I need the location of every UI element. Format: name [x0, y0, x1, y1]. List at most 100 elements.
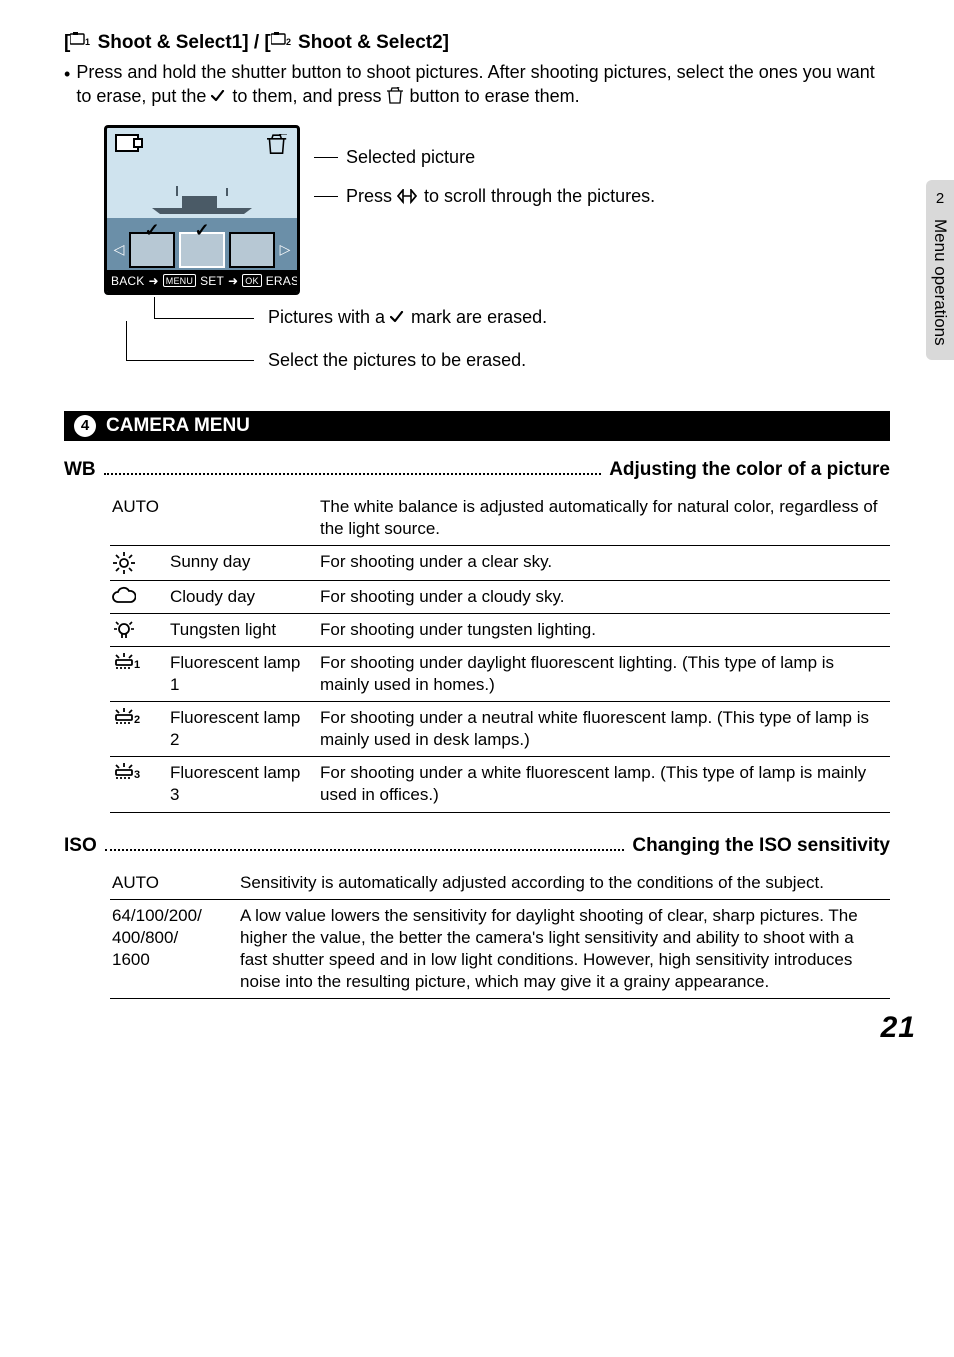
wb-cell-desc: For shooting under a cloudy sky. — [320, 580, 890, 613]
diagram-right-labels: Selected picture Press to scroll through… — [314, 147, 655, 207]
fluorescent2-icon: 2 — [112, 707, 140, 727]
wb-cell-desc: For shooting under a white fluorescent l… — [320, 757, 890, 812]
wb-cell-name: Fluorescent lamp 1 — [170, 646, 320, 701]
iso-cell-desc: A low value lowers the sensitivity for d… — [240, 899, 890, 998]
leader-line — [314, 157, 338, 158]
camera-menu-title: CAMERA MENU — [106, 415, 250, 437]
shoot-select-heading: [ Shoot & Select1] / [ Shoot & Select2] — [64, 32, 890, 54]
wb-cell-desc: For shooting under tungsten lighting. — [320, 613, 890, 646]
heading-bracket-close: Shoot & Select2] — [293, 32, 449, 53]
diagram-area: ◁ ✓ ✓ ▷ BACK➜ MENU SET➜ OK ERASE➜ — [104, 125, 890, 295]
dotted-leader — [104, 459, 602, 474]
side-tab-number: 2 — [936, 190, 944, 207]
label-select-pictures: Select the pictures to be erased. — [268, 350, 526, 371]
wb-heading-row: WB Adjusting the color of a picture — [64, 459, 890, 481]
lcd-thumb-1: ✓ — [129, 232, 175, 268]
wb-cell-icon: 2 — [110, 702, 170, 757]
iso-key: ISO — [64, 835, 97, 857]
table-row: AUTO Sensitivity is automatically adjust… — [110, 867, 890, 900]
lcd-back-label: BACK — [111, 274, 144, 288]
check-icon — [211, 90, 227, 104]
iso-cell-mode: AUTO — [110, 867, 240, 900]
lcd-footer-bar: BACK➜ MENU SET➜ OK ERASE➜ — [107, 270, 297, 292]
lcd-erase-label: ERASE — [266, 274, 300, 288]
lcd-set-arrow: ➜ — [228, 274, 238, 288]
page-number: 21 — [881, 1011, 916, 1045]
wb-cell-mode: AUTO — [110, 491, 170, 546]
lcd-trash-icon — [267, 134, 289, 158]
table-row: 2 Fluorescent lamp 2 For shooting under … — [110, 702, 890, 757]
erase-button-icon — [387, 87, 405, 105]
label-press-prefix: Press — [346, 186, 397, 206]
lcd-left-arrow: ◁ — [113, 232, 125, 268]
bullet-part3: button to erase them. — [410, 86, 580, 106]
lcd-right-arrow: ▷ — [279, 232, 291, 268]
fluorescent3-icon: 3 — [112, 762, 140, 782]
table-row: Cloudy day For shooting under a cloudy s… — [110, 580, 890, 613]
iso-table: AUTO Sensitivity is automatically adjust… — [110, 867, 890, 999]
label-marked-prefix: Pictures with a — [268, 307, 390, 327]
thumb-check-icon: ✓ — [144, 220, 159, 241]
left-right-icon — [397, 189, 419, 205]
leader-line — [314, 196, 338, 197]
iso-cell-mode: 64/100/200/ 400/800/ 1600 — [110, 899, 240, 998]
table-row: Sunny day For shooting under a clear sky… — [110, 545, 890, 580]
lcd-ship-graphic — [147, 186, 257, 216]
lcd-back-arrow: ➜ — [148, 274, 158, 288]
svg-text:2: 2 — [134, 714, 140, 726]
label-marked-row: Pictures with a mark are erased. — [154, 307, 890, 329]
iso-heading-row: ISO Changing the ISO sensitivity — [64, 835, 890, 857]
wb-cell-name: Tungsten light — [170, 613, 320, 646]
lcd-ok-label: OK — [242, 274, 261, 287]
cloud-icon — [112, 586, 136, 606]
page-content: [ Shoot & Select1] / [ Shoot & Select2] … — [0, 0, 954, 999]
wb-cell-name: Cloudy day — [170, 580, 320, 613]
iso-cell-desc: Sensitivity is automatically adjusted ac… — [240, 867, 890, 900]
lcd-thumb-2: ✓ — [179, 232, 225, 268]
wb-cell-desc: For shooting under daylight fluorescent … — [320, 646, 890, 701]
table-row: 64/100/200/ 400/800/ 1600 A low value lo… — [110, 899, 890, 998]
fluorescent1-icon: 1 — [112, 652, 140, 672]
wb-table: AUTO The white balance is adjusted autom… — [110, 491, 890, 813]
bullet-part2: to them, and press — [232, 86, 386, 106]
lcd-menu-label: MENU — [163, 274, 196, 287]
wb-cell-name: Sunny day — [170, 545, 320, 580]
mode1-icon — [70, 32, 92, 48]
wb-cell-name — [170, 491, 320, 546]
label-press-text: Press to scroll through the pictures. — [346, 186, 655, 207]
lcd-screen: ◁ ✓ ✓ ▷ BACK➜ MENU SET➜ OK ERASE➜ — [104, 125, 300, 295]
lcd-thumb-3 — [229, 232, 275, 268]
lcd-mode-icon — [115, 134, 139, 152]
wb-cell-desc: For shooting under a clear sky. — [320, 545, 890, 580]
wb-cell-desc: The white balance is adjusted automatica… — [320, 491, 890, 546]
label-press-row: Press to scroll through the pictures. — [314, 186, 655, 207]
lcd-thumbnail-strip: ◁ ✓ ✓ ▷ — [113, 232, 291, 268]
wb-desc: Adjusting the color of a picture — [609, 459, 890, 481]
wb-cell-desc: For shooting under a neutral white fluor… — [320, 702, 890, 757]
dotted-leader — [105, 835, 625, 850]
wb-key: WB — [64, 459, 96, 481]
wb-cell-icon — [110, 545, 170, 580]
wb-cell-icon: 1 — [110, 646, 170, 701]
svg-text:3: 3 — [134, 769, 140, 781]
check-icon — [390, 311, 406, 325]
bullet-dot: • — [64, 62, 70, 109]
side-tab-label: Menu operations — [930, 219, 950, 346]
lcd-column: ◁ ✓ ✓ ▷ BACK➜ MENU SET➜ OK ERASE➜ — [104, 125, 300, 295]
camera-menu-number: 4 — [74, 415, 96, 437]
shoot-bullet: • Press and hold the shutter button to s… — [64, 60, 890, 109]
iso-desc: Changing the ISO sensitivity — [632, 835, 890, 857]
lcd-set-label: SET — [200, 274, 224, 288]
heading-mid: Shoot & Select1] / [ — [92, 32, 270, 53]
leader-line-down — [154, 297, 254, 319]
label-marked-suffix: mark are erased. — [406, 307, 547, 327]
wb-cell-icon — [110, 613, 170, 646]
label-select-row: Select the pictures to be erased. — [126, 341, 890, 381]
wb-cell-icon: 3 — [110, 757, 170, 812]
leader-line-down — [126, 321, 254, 361]
wb-cell-name: Fluorescent lamp 3 — [170, 757, 320, 812]
diagram-below-labels: Pictures with a mark are erased. Select … — [154, 307, 890, 381]
wb-cell-icon — [110, 580, 170, 613]
label-marked-text: Pictures with a mark are erased. — [268, 307, 547, 328]
table-row: 3 Fluorescent lamp 3 For shooting under … — [110, 757, 890, 812]
